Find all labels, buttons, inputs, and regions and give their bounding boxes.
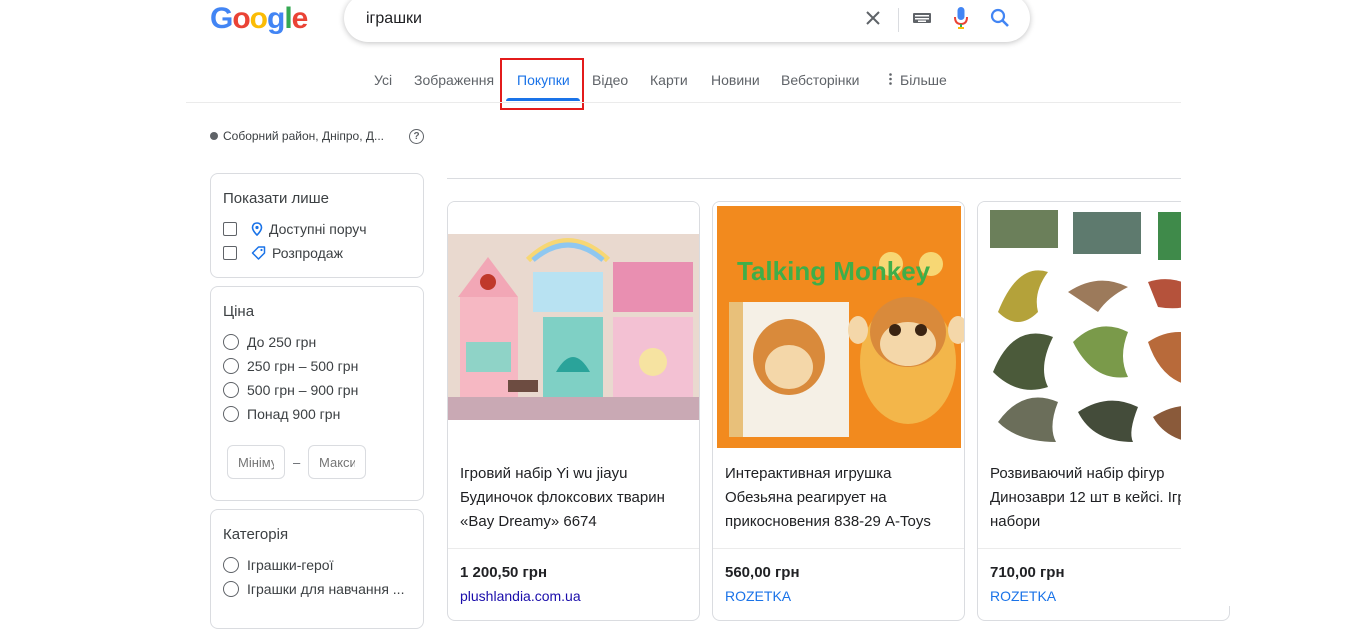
tab-video[interactable]: Відео: [592, 72, 628, 88]
logo-letter: o: [249, 2, 268, 35]
category-option[interactable]: Іграшки для навчання ...: [223, 581, 404, 597]
content-edge: [1181, 180, 1366, 606]
price-option[interactable]: Понад 900 грн: [223, 406, 340, 422]
price-panel: Ціна До 250 грн 250 грн – 500 грн 500 гр…: [210, 286, 424, 501]
price-option-label: До 250 грн: [247, 334, 317, 350]
product-seller[interactable]: ROZETKA: [990, 588, 1056, 604]
category-title: Категорія: [223, 526, 289, 543]
search-divider: [898, 8, 899, 32]
tab-more[interactable]: Більше: [889, 72, 947, 88]
search-input[interactable]: іграшки: [366, 10, 422, 28]
search-bar[interactable]: іграшки: [344, 0, 1030, 42]
checkbox[interactable]: [223, 222, 237, 236]
product-title[interactable]: Ігровий набір Yi wu jiayu Будиночок флок…: [460, 462, 695, 534]
logo-letter: e: [291, 2, 309, 35]
price-option[interactable]: 500 грн – 900 грн: [223, 382, 358, 398]
card-divider: [713, 548, 964, 549]
logo-letter: g: [267, 2, 285, 35]
price-title: Ціна: [223, 303, 255, 320]
show-only-panel: Показати лише Доступні поруч Розпродаж: [210, 173, 424, 278]
product-price: 710,00 грн: [990, 564, 1065, 581]
radio-button[interactable]: [223, 581, 239, 597]
product-image[interactable]: [448, 202, 699, 448]
category-option[interactable]: Іграшки-герої: [223, 557, 333, 573]
location-indicator[interactable]: Соборний район, Дніпро, Д...: [210, 129, 384, 143]
microphone-icon[interactable]: [949, 6, 973, 30]
location-pin-icon: [251, 222, 263, 236]
radio-button[interactable]: [223, 406, 239, 422]
checkbox[interactable]: [223, 246, 237, 260]
tab-more-label: Більше: [900, 72, 947, 88]
radio-button[interactable]: [223, 382, 239, 398]
price-option-label: 500 грн – 900 грн: [247, 382, 359, 398]
sale-filter[interactable]: Розпродаж: [223, 245, 343, 261]
clear-icon[interactable]: [861, 6, 885, 30]
tab-web[interactable]: Вебсторінки: [781, 72, 859, 88]
product-image[interactable]: Talking Monkey: [713, 202, 964, 448]
category-option-label: Іграшки для навчання ...: [247, 581, 405, 597]
google-logo[interactable]: Google: [210, 2, 309, 36]
radio-button[interactable]: [223, 334, 239, 350]
product-card[interactable]: Talking Monkey Интерактивная игрушка Обе…: [712, 201, 965, 621]
keyboard-icon[interactable]: [910, 6, 934, 30]
card-divider: [448, 548, 699, 549]
more-vert-icon: [889, 72, 892, 88]
sale-label: Розпродаж: [272, 245, 343, 261]
category-option-label: Іграшки-герої: [247, 557, 334, 573]
tag-icon: [251, 246, 266, 260]
product-seller[interactable]: ROZETKA: [725, 588, 791, 604]
nearby-filter[interactable]: Доступні поруч: [223, 221, 367, 237]
logo-letter: o: [232, 2, 250, 35]
radio-button[interactable]: [223, 557, 239, 573]
monkey-brand-text: Talking Monkey: [737, 256, 931, 286]
price-range-separator: –: [293, 455, 301, 470]
product-price: 1 200,50 грн: [460, 564, 548, 581]
help-icon[interactable]: ?: [409, 129, 424, 144]
price-option[interactable]: 250 грн – 500 грн: [223, 358, 358, 374]
nearby-label: Доступні поруч: [269, 221, 367, 237]
header-divider: [186, 102, 1181, 103]
location-dot-icon: [210, 132, 218, 140]
tab-news[interactable]: Новини: [711, 72, 760, 88]
product-seller[interactable]: plushlandia.com.ua: [460, 588, 581, 604]
content-divider: [447, 178, 1181, 179]
search-icon[interactable]: [988, 6, 1012, 30]
min-price-input[interactable]: [227, 445, 285, 479]
tab-all[interactable]: Усі: [374, 72, 392, 88]
show-only-title: Показати лише: [223, 190, 330, 207]
tab-images[interactable]: Зображення: [414, 72, 494, 88]
logo-letter: l: [284, 2, 292, 35]
location-text: Соборний район, Дніпро, Д...: [223, 129, 385, 143]
price-option-label: Понад 900 грн: [247, 406, 341, 422]
price-option-label: 250 грн – 500 грн: [247, 358, 359, 374]
max-price-input[interactable]: [308, 445, 366, 479]
price-option[interactable]: До 250 грн: [223, 334, 316, 350]
product-price: 560,00 грн: [725, 564, 800, 581]
product-card[interactable]: Ігровий набір Yi wu jiayu Будиночок флок…: [447, 201, 700, 621]
logo-letter: G: [210, 2, 233, 35]
product-title[interactable]: Интерактивная игрушка Обезьяна реагирует…: [725, 462, 960, 534]
tab-maps[interactable]: Карти: [650, 72, 688, 88]
category-panel: Категорія Іграшки-герої Іграшки для навч…: [210, 509, 424, 629]
radio-button[interactable]: [223, 358, 239, 374]
